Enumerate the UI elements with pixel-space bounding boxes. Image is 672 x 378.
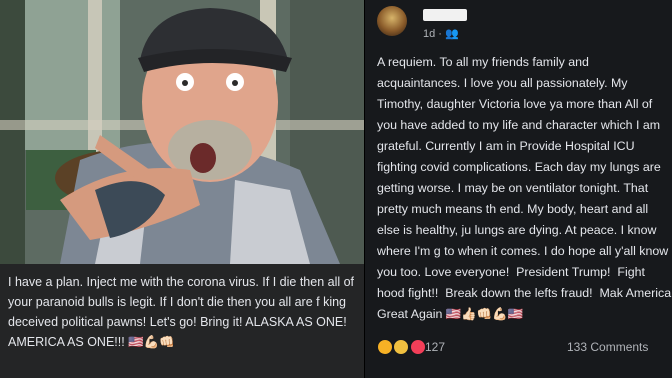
- reaction-icons[interactable]: [377, 339, 426, 358]
- post-header: 1d · 👥: [365, 0, 672, 44]
- care-reaction-icon: [377, 339, 393, 355]
- post-meta: 1d · 👥: [423, 28, 459, 40]
- profile-photo: [0, 0, 364, 264]
- left-post-caption: I have a plan. Inject me with the corona…: [8, 275, 355, 349]
- reactions-bar: 127 133 Comments: [377, 338, 672, 358]
- left-post-panel: I have a plan. Inject me with the corona…: [0, 0, 364, 378]
- redacted-name: [423, 9, 467, 21]
- comments-count[interactable]: 133 Comments: [567, 340, 648, 354]
- sad-reaction-icon: [393, 339, 410, 355]
- post-body: A requiem. To all my friends family and …: [377, 55, 672, 321]
- right-post-panel: 1d · 👥 A requiem. To all my friends fami…: [364, 0, 672, 378]
- love-reaction-icon: [409, 339, 426, 355]
- avatar[interactable]: [377, 6, 407, 36]
- reaction-count[interactable]: 127: [425, 340, 445, 354]
- left-post-caption-area: I have a plan. Inject me with the corona…: [0, 264, 364, 378]
